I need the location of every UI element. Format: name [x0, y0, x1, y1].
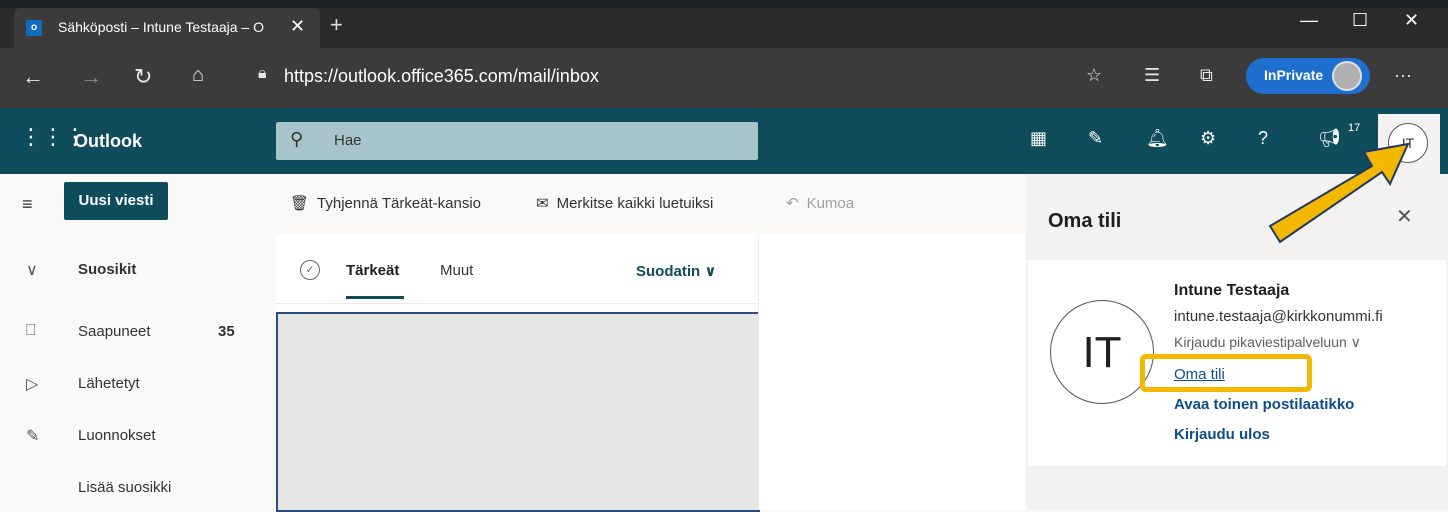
more-menu-icon[interactable]: ··· — [1394, 65, 1412, 86]
sign-out-link[interactable]: Kirjaudu ulos — [1174, 426, 1270, 443]
sidebar-item-label: Lähetetyt — [78, 375, 140, 392]
im-signin-label: Kirjaudu pikaviestipalveluun — [1174, 334, 1347, 350]
calendar-edit-icon[interactable]: ✎ — [1088, 128, 1103, 149]
new-tab-button[interactable]: + — [330, 14, 343, 36]
profile-avatar — [1332, 61, 1362, 91]
bell-icon[interactable]: 🔔︎ — [1146, 128, 1169, 149]
address-bar-row: ← → ↻ ⌂ 🔒︎ https://outlook.office365.com… — [0, 48, 1448, 108]
forward-icon[interactable]: → — [80, 64, 102, 90]
app-name[interactable]: Outlook — [74, 131, 142, 152]
lock-icon: 🔒︎ — [258, 65, 267, 82]
chevron-down-icon: ∨ — [704, 263, 717, 280]
im-signin-dropdown[interactable]: Kirjaudu pikaviestipalveluun ∨ — [1174, 334, 1361, 351]
back-icon[interactable]: ← — [22, 64, 44, 90]
refresh-icon[interactable]: ↻ — [134, 64, 152, 90]
tab-other[interactable]: Muut — [440, 262, 473, 279]
search-icon: ⚲ — [290, 129, 304, 149]
command-bar: 🗑︎ Tyhjennä Tärkeät-kansio ✉ Merkitse kaik… — [276, 174, 1026, 234]
inbox-pivot: ✓ Tärkeät Muut Suodatin ∨ — [276, 234, 758, 304]
favorites-header[interactable]: ∨ Suosikit — [0, 248, 276, 292]
message-list: ✓ Tärkeät Muut Suodatin ∨ — [276, 234, 760, 512]
undo-button[interactable]: ↶ Kumoa — [786, 194, 854, 212]
selected-tab-underline — [346, 296, 404, 299]
sidebar-item-add-favorite[interactable]: Lisää suosikki — [0, 466, 276, 510]
tab-close-icon[interactable]: ✕ — [290, 16, 305, 37]
sidebar-item-label: Lisää suosikki — [78, 479, 172, 496]
account-pane-title: Oma tili — [1048, 210, 1122, 232]
maximize-icon[interactable]: ☐ — [1352, 10, 1368, 31]
filter-label: Suodatin — [636, 263, 701, 280]
account-email: intune.testaaja@kirkkonummi.fi — [1174, 308, 1383, 325]
annotation-arrow-icon — [1268, 142, 1410, 244]
select-all-checkbox[interactable]: ✓ — [300, 260, 320, 280]
send-icon: ▷ — [26, 376, 39, 393]
envelope-open-icon: ✉ — [536, 195, 549, 212]
search-placeholder: Hae — [334, 132, 362, 149]
browser-tab-outlook[interactable]: o Sähköposti – Intune Testaaja – O ✕ — [14, 8, 320, 48]
highlight-box — [1140, 354, 1312, 392]
mark-all-read-button[interactable]: ✉ Merkitse kaikki luetuiksi — [536, 194, 713, 212]
outlook-favicon-icon: o — [26, 20, 42, 36]
inprivate-button[interactable]: InPrivate — [1246, 58, 1370, 94]
inprivate-label: InPrivate — [1264, 67, 1324, 83]
window-close-icon[interactable]: ✕ — [1404, 10, 1419, 31]
sidebar-item-inbox[interactable]: ⎕ Saapuneet 35 — [0, 310, 276, 354]
tab-focused[interactable]: Tärkeät — [346, 262, 399, 279]
message-list-content[interactable] — [276, 312, 760, 512]
gear-icon[interactable]: ⚙ — [1200, 128, 1216, 149]
chevron-down-icon: ∨ — [1350, 334, 1361, 350]
search-box[interactable]: ⚲ Hae — [276, 122, 758, 160]
left-navigation: ≡ Uusi viesti ∨ Suosikit ⎕ Saapuneet 35 … — [0, 174, 276, 510]
reading-pane — [758, 234, 1026, 510]
open-other-mailbox-link[interactable]: Avaa toinen postilaatikko — [1174, 396, 1354, 413]
sidebar-item-label: Saapuneet — [78, 323, 151, 340]
filter-button[interactable]: Suodatin ∨ — [636, 262, 717, 280]
collections-icon[interactable]: ⧉ — [1200, 65, 1213, 86]
home-icon[interactable]: ⌂ — [192, 64, 204, 87]
unread-count: 35 — [218, 323, 235, 340]
sidebar-item-label: Luonnokset — [78, 427, 156, 444]
favorite-star-icon[interactable]: ☆ — [1086, 65, 1102, 86]
favorites-list-icon[interactable]: ☰ — [1144, 65, 1160, 86]
minimize-icon[interactable]: — — [1300, 10, 1318, 31]
favorites-label: Suosikit — [78, 261, 137, 278]
empty-focused-button[interactable]: 🗑︎ Tyhjennä Tärkeät-kansio — [290, 194, 481, 212]
pencil-icon: ✎ — [26, 428, 40, 445]
new-message-button[interactable]: Uusi viesti — [64, 182, 168, 220]
undo-label: Kumoa — [806, 195, 855, 212]
mark-all-read-label: Merkitse kaikki luetuiksi — [556, 195, 714, 212]
tab-title: Sähköposti – Intune Testaaja – O — [58, 19, 264, 35]
account-large-avatar: IT — [1050, 300, 1154, 404]
sidebar-item-drafts[interactable]: ✎ Luonnokset — [0, 414, 276, 458]
url-text: https://outlook.office365.com/mail/inbox — [284, 66, 599, 86]
account-name: Intune Testaaja — [1174, 282, 1290, 299]
teams-icon[interactable]: ▦ — [1030, 128, 1047, 149]
chevron-down-icon: ∨ — [26, 262, 38, 279]
url-field[interactable]: 🔒︎ https://outlook.office365.com/mail/in… — [244, 57, 1114, 95]
hamburger-menu-icon[interactable]: ≡ — [22, 194, 33, 215]
trash-icon: 🗑︎ — [290, 195, 310, 212]
inbox-icon: ⎕ — [26, 322, 36, 339]
sidebar-item-sent[interactable]: ▷ Lähetetyt — [0, 362, 276, 406]
outlook-header: ⋮⋮⋮ Outlook ⚲ Hae ▦ ✎ 🔔︎ ⚙ ? 📢︎ 17 IT — [0, 108, 1448, 174]
undo-icon: ↶ — [786, 195, 799, 212]
empty-focused-label: Tyhjennä Tärkeät-kansio — [317, 195, 482, 212]
